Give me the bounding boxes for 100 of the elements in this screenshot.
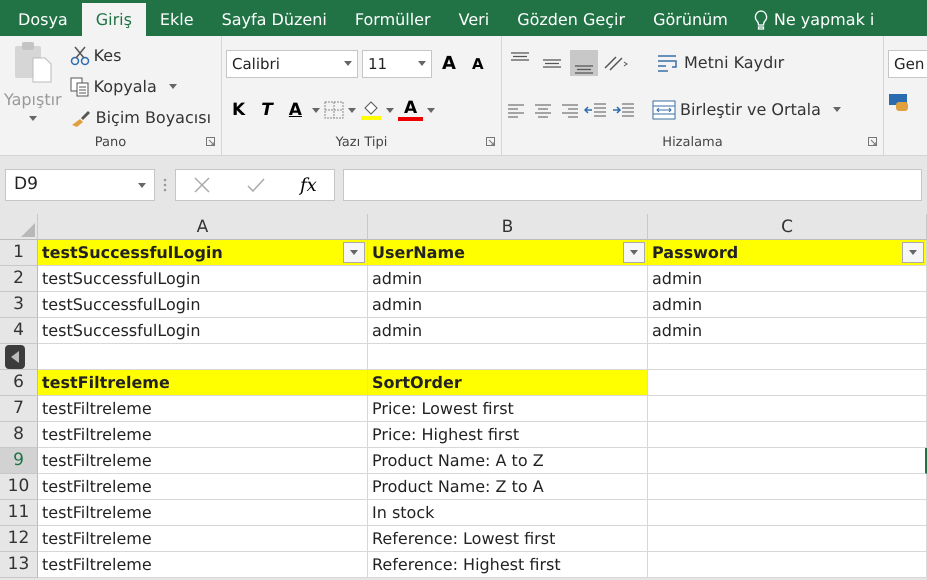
- table-cell[interactable]: Product Name: Z to A: [368, 474, 648, 500]
- dialog-launcher-icon: [868, 137, 877, 146]
- table-cell[interactable]: testFiltreleme: [38, 448, 368, 474]
- grip-icon: [163, 177, 167, 193]
- fill-color-icon: [360, 99, 382, 122]
- merge-center-button[interactable]: Birleştir ve Ortala: [648, 96, 845, 123]
- filter-button[interactable]: [343, 242, 365, 263]
- table-cell[interactable]: testFiltreleme: [38, 370, 368, 396]
- table-cell[interactable]: UserName: [368, 240, 648, 266]
- table-cell[interactable]: Price: Highest first: [368, 422, 648, 448]
- ribbon-tab[interactable]: Dosya: [4, 4, 82, 36]
- table-cell[interactable]: testSuccessfulLogin: [38, 266, 368, 292]
- dialog-launcher-icon: [206, 137, 215, 146]
- row-header[interactable]: 6: [0, 370, 38, 396]
- table-cell[interactable]: In stock: [368, 500, 648, 526]
- cancel-icon: [193, 176, 212, 194]
- table-cell[interactable]: admin: [648, 318, 927, 344]
- lightbulb-icon: [754, 10, 768, 30]
- dropdown-caret-icon: [350, 250, 358, 255]
- row-header[interactable]: 11: [0, 500, 38, 526]
- table-cell[interactable]: admin: [368, 318, 648, 344]
- table-cell[interactable]: testFiltreleme: [38, 526, 368, 552]
- left-arrow-icon: [11, 350, 19, 362]
- table-cell[interactable]: testFiltreleme: [38, 474, 368, 500]
- row-header[interactable]: 13: [0, 552, 38, 578]
- currency-icon: [888, 92, 910, 112]
- wrap-text-icon: [656, 53, 680, 74]
- copy-button[interactable]: Kopyala: [66, 74, 216, 100]
- table-cell[interactable]: testFiltreleme: [38, 552, 368, 578]
- table-cell[interactable]: testSuccessfulLogin: [38, 240, 368, 266]
- table-cell[interactable]: Reference: Highest first: [368, 552, 648, 578]
- dropdown-caret-icon: [312, 108, 320, 113]
- insert-function-button[interactable]: fx: [300, 172, 317, 198]
- name-box[interactable]: D9: [5, 169, 155, 201]
- wrap-text-button[interactable]: Metni Kaydır: [652, 50, 788, 76]
- table-cell[interactable]: Reference: Lowest first: [368, 526, 648, 552]
- ribbon-tab[interactable]: Görünüm: [639, 4, 742, 36]
- table-cell[interactable]: [648, 448, 927, 474]
- table-cell[interactable]: testSuccessfulLogin: [38, 292, 368, 318]
- enter-check-icon: [246, 176, 266, 194]
- table-cell[interactable]: testSuccessfulLogin: [38, 318, 368, 344]
- font-name-field[interactable]: Calibri: [226, 50, 358, 78]
- clipboard-icon: [12, 40, 53, 84]
- table-cell[interactable]: testFiltreleme: [38, 396, 368, 422]
- table-cell[interactable]: admin: [648, 266, 927, 292]
- table-cell[interactable]: testFiltreleme: [38, 422, 368, 448]
- cell-text: testSuccessfulLogin: [42, 242, 223, 264]
- grow-font-button[interactable]: A: [436, 50, 462, 78]
- dropdown-caret-icon: [832, 107, 841, 112]
- dropdown-caret-icon: [138, 182, 146, 188]
- formula-input-field[interactable]: [343, 169, 922, 201]
- dropdown-caret-icon: [630, 250, 638, 255]
- dropdown-caret-icon: [348, 108, 356, 113]
- vertical-align-button[interactable]: [570, 50, 598, 76]
- row-header[interactable]: [0, 344, 38, 370]
- column-header[interactable]: B: [368, 214, 648, 240]
- table-cell[interactable]: admin: [368, 266, 648, 292]
- row-header[interactable]: 12: [0, 526, 38, 552]
- italic-button[interactable]: T: [255, 98, 279, 124]
- ribbon-tab[interactable]: Sayfa Düzeni: [208, 4, 341, 36]
- dropdown-caret-icon: [418, 61, 426, 66]
- column-header[interactable]: A: [38, 214, 368, 240]
- decrease-indent-icon: [584, 100, 608, 119]
- filter-button[interactable]: [902, 242, 924, 263]
- underline-button[interactable]: A: [282, 98, 308, 124]
- row-header[interactable]: 1: [0, 240, 38, 266]
- increase-indent-icon: [612, 100, 636, 119]
- bold-button[interactable]: K: [226, 98, 252, 124]
- row-header[interactable]: 9: [0, 448, 38, 474]
- number-format-field[interactable]: Gen: [888, 50, 927, 78]
- row-header[interactable]: 10: [0, 474, 38, 500]
- font-size-field[interactable]: 11: [362, 50, 432, 78]
- ribbon-tab[interactable]: Veri: [444, 4, 504, 36]
- column-header[interactable]: C: [648, 214, 927, 240]
- ribbon-tab[interactable]: Giriş: [82, 3, 146, 36]
- table-cell[interactable]: SortOrder: [368, 370, 648, 396]
- row-header[interactable]: 8: [0, 422, 38, 448]
- ribbon-tab[interactable]: Formüller: [340, 4, 445, 36]
- row-header[interactable]: 3: [0, 292, 38, 318]
- row-header[interactable]: 7: [0, 396, 38, 422]
- table-cell[interactable]: admin: [648, 292, 927, 318]
- tell-me-text[interactable]: Ne yapmak i: [774, 8, 874, 32]
- row-header[interactable]: 4: [0, 318, 38, 344]
- side-panel-handle[interactable]: [5, 344, 25, 368]
- table-cell[interactable]: testFiltreleme: [38, 500, 368, 526]
- shrink-font-button[interactable]: A: [466, 52, 490, 76]
- cut-button[interactable]: Kes: [66, 42, 216, 68]
- row-header[interactable]: 2: [0, 266, 38, 292]
- table-cell[interactable]: admin: [368, 292, 648, 318]
- align-lines-icon: [574, 65, 594, 74]
- ribbon-tab[interactable]: Gözden Geçir: [503, 4, 640, 36]
- format-painter-button[interactable]: Biçim Boyacısı: [66, 104, 216, 130]
- group-label: Hizalama: [662, 135, 723, 150]
- filter-button[interactable]: [623, 242, 645, 263]
- font-color-button[interactable]: A: [398, 99, 424, 122]
- cell-text: Password: [652, 242, 738, 264]
- table-cell[interactable]: Product Name: A to Z: [368, 448, 648, 474]
- ribbon-tab[interactable]: Ekle: [146, 4, 208, 36]
- table-cell[interactable]: Price: Lowest first: [368, 396, 648, 422]
- table-cell[interactable]: Password: [648, 240, 927, 266]
